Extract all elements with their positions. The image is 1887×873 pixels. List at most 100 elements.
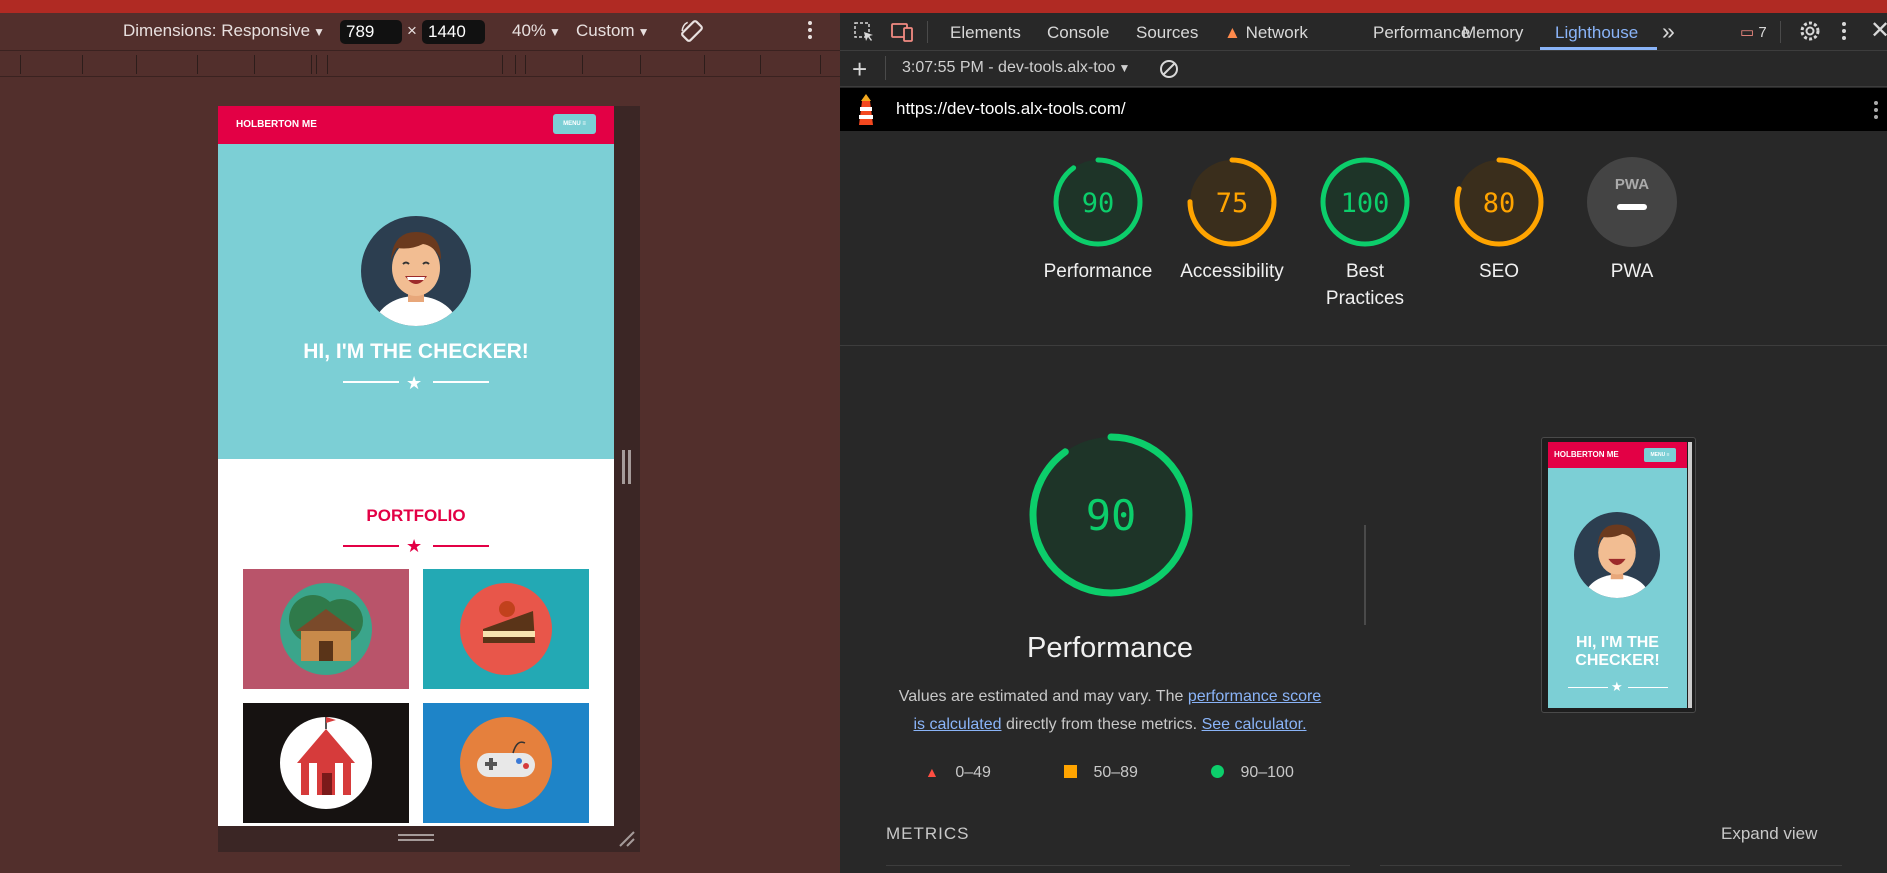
viewport-resize-rail <box>614 106 640 826</box>
vertical-divider <box>1364 525 1366 625</box>
score-gauge-2[interactable]: 100 <box>1320 157 1410 247</box>
score-label-1: Accessibility <box>1172 258 1292 285</box>
zoom-dropdown[interactable]: 40% ▼ <box>512 21 561 41</box>
legend-pass-range: 90–100 <box>1240 764 1294 781</box>
dimensions-label: Dimensions: Responsive <box>123 21 311 40</box>
tab-console[interactable]: Console <box>1047 23 1109 43</box>
score-label-3: SEO <box>1439 258 1559 285</box>
resize-handle-line[interactable] <box>622 450 625 484</box>
score-label-text: SEO <box>1478 261 1520 282</box>
score-gauge-1[interactable]: 75 <box>1187 157 1277 247</box>
cake-icon <box>460 583 552 675</box>
legend-fail: ▲ 0–49 <box>925 764 991 782</box>
rotate-icon[interactable] <box>679 18 705 49</box>
close-devtools-icon[interactable]: ✕ <box>1870 16 1887 45</box>
lighthouse-url-bar: https://dev-tools.alx-tools.com/ <box>840 88 1887 131</box>
score-label-0: Performance <box>1038 258 1158 285</box>
section-separator <box>840 345 1887 346</box>
cabin-tile[interactable] <box>243 569 409 689</box>
score-value: 100 <box>1341 188 1390 219</box>
thumb-navbar: HOLBERTON ME MENU ≡ <box>1548 442 1687 468</box>
tab-network[interactable]: ▲ Network <box>1224 23 1308 43</box>
dimensions-dropdown[interactable]: Dimensions: Responsive ▼ <box>123 21 325 41</box>
site-brand[interactable]: HOLBERTON ME <box>236 119 317 130</box>
devtools-panel <box>840 13 1887 873</box>
tab-memory[interactable]: Memory <box>1462 23 1523 43</box>
see-calculator-link[interactable]: See calculator. <box>1202 716 1307 733</box>
divider-line <box>433 545 489 547</box>
score-gauge-0[interactable]: 90 <box>1053 157 1143 247</box>
new-report-icon[interactable]: + <box>852 54 867 85</box>
audited-url[interactable]: https://dev-tools.alx-tools.com/ <box>896 99 1126 119</box>
site-menu-button[interactable]: MENU ≡ <box>553 114 596 134</box>
media-query-ruler[interactable] <box>0 50 840 77</box>
final-screenshot[interactable]: HOLBERTON ME MENU ≡ HI, I'M THE CHECKER!… <box>1541 437 1696 713</box>
legend-pass: 90–100 <box>1211 764 1294 782</box>
clear-all-icon[interactable] <box>1158 58 1180 85</box>
device-toggle-icon[interactable] <box>890 20 914 49</box>
expand-view-toggle[interactable]: Expand view <box>1721 824 1817 844</box>
zoom-label: 40% <box>512 21 547 40</box>
issues-count: 7 <box>1758 24 1767 41</box>
throttle-label: Custom <box>576 21 635 40</box>
report-selector-label: 3:07:55 PM - dev-tools.alx-too <box>902 59 1116 76</box>
is-calculated-link[interactable]: is calculated <box>913 716 1001 733</box>
tab-network-label: Network <box>1245 23 1308 42</box>
url-bar-menu-icon[interactable] <box>1872 98 1880 127</box>
devtools-tabbar: Elements Console Sources ▲ Network Perfo… <box>840 13 1887 51</box>
score-label-text: Accessibility <box>1180 261 1284 282</box>
desc-middle: directly from these metrics. <box>1001 716 1202 733</box>
score-value: 90 <box>1082 188 1115 219</box>
score-value: 80 <box>1483 188 1516 219</box>
resize-handle-line[interactable] <box>398 834 434 836</box>
score-gauge-4[interactable]: PWA <box>1587 157 1677 247</box>
cake-tile[interactable] <box>423 569 589 689</box>
tab-performance[interactable]: Performance <box>1373 23 1470 43</box>
score-value: 75 <box>1216 188 1249 219</box>
game-tile[interactable] <box>423 703 589 823</box>
score-label-2: Best Practices <box>1305 258 1425 312</box>
more-tabs-icon[interactable]: » <box>1662 18 1675 45</box>
desc-prefix: Values are estimated and may vary. The <box>898 688 1188 705</box>
resize-handle-line[interactable] <box>628 450 631 484</box>
divider-line <box>433 381 489 383</box>
tab-lighthouse[interactable]: Lighthouse <box>1555 23 1638 43</box>
performance-heading: Performance <box>1026 632 1193 664</box>
times-sign: × <box>407 21 417 40</box>
hero-title: HI, I'M THE CHECKER! <box>303 340 529 363</box>
star-icon: ★ <box>406 536 423 556</box>
tab-sources[interactable]: Sources <box>1136 23 1198 43</box>
circus-tile[interactable] <box>243 703 409 823</box>
score-gauge-3[interactable]: 80 <box>1454 157 1544 247</box>
warning-icon: ▲ <box>1224 23 1241 42</box>
performance-gauge-large[interactable]: 90 <box>1028 432 1194 603</box>
report-selector[interactable]: 3:07:55 PM - dev-tools.alx-too ▼ <box>902 59 1130 77</box>
emulated-viewport[interactable]: HOLBERTON ME MENU ≡ HI, I'M THE CHECKER!… <box>218 106 614 826</box>
viewport-bottom-rail <box>218 826 640 852</box>
performance-score-link[interactable]: performance score <box>1188 688 1321 705</box>
thumb-brand: HOLBERTON ME <box>1554 450 1619 459</box>
site-navbar: HOLBERTON ME MENU ≡ <box>218 106 614 144</box>
devtools-menu-icon[interactable] <box>1840 19 1848 48</box>
resize-corner-icon[interactable] <box>618 830 636 853</box>
tab-elements[interactable]: Elements <box>950 23 1021 43</box>
width-input[interactable]: 789 <box>340 20 402 44</box>
thumb-menu: MENU ≡ <box>1644 448 1676 462</box>
caret-down-icon: ▼ <box>313 25 325 39</box>
score-label-text: Performance <box>1043 261 1153 282</box>
inspect-element-icon[interactable] <box>852 20 876 49</box>
score-label-text: PWA <box>1610 261 1654 282</box>
lighthouse-toolbar: + 3:07:55 PM - dev-tools.alx-too ▼ <box>840 51 1887 87</box>
issues-counter[interactable]: ▭ 7 <box>1740 23 1767 41</box>
caret-down-icon: ▼ <box>549 25 561 39</box>
legend-average: 50–89 <box>1064 764 1138 782</box>
performance-description: Values are estimated and may vary. The p… <box>880 683 1340 739</box>
thumb-avatar <box>1574 512 1660 598</box>
resize-handle-line[interactable] <box>398 839 434 841</box>
settings-gear-icon[interactable] <box>1798 19 1822 48</box>
throttle-dropdown[interactable]: Custom ▼ <box>576 21 649 41</box>
more-vert-icon[interactable] <box>806 18 814 47</box>
square-icon <box>1064 765 1077 778</box>
caret-down-icon: ▼ <box>637 25 650 39</box>
height-input[interactable]: 1440 <box>422 20 485 44</box>
